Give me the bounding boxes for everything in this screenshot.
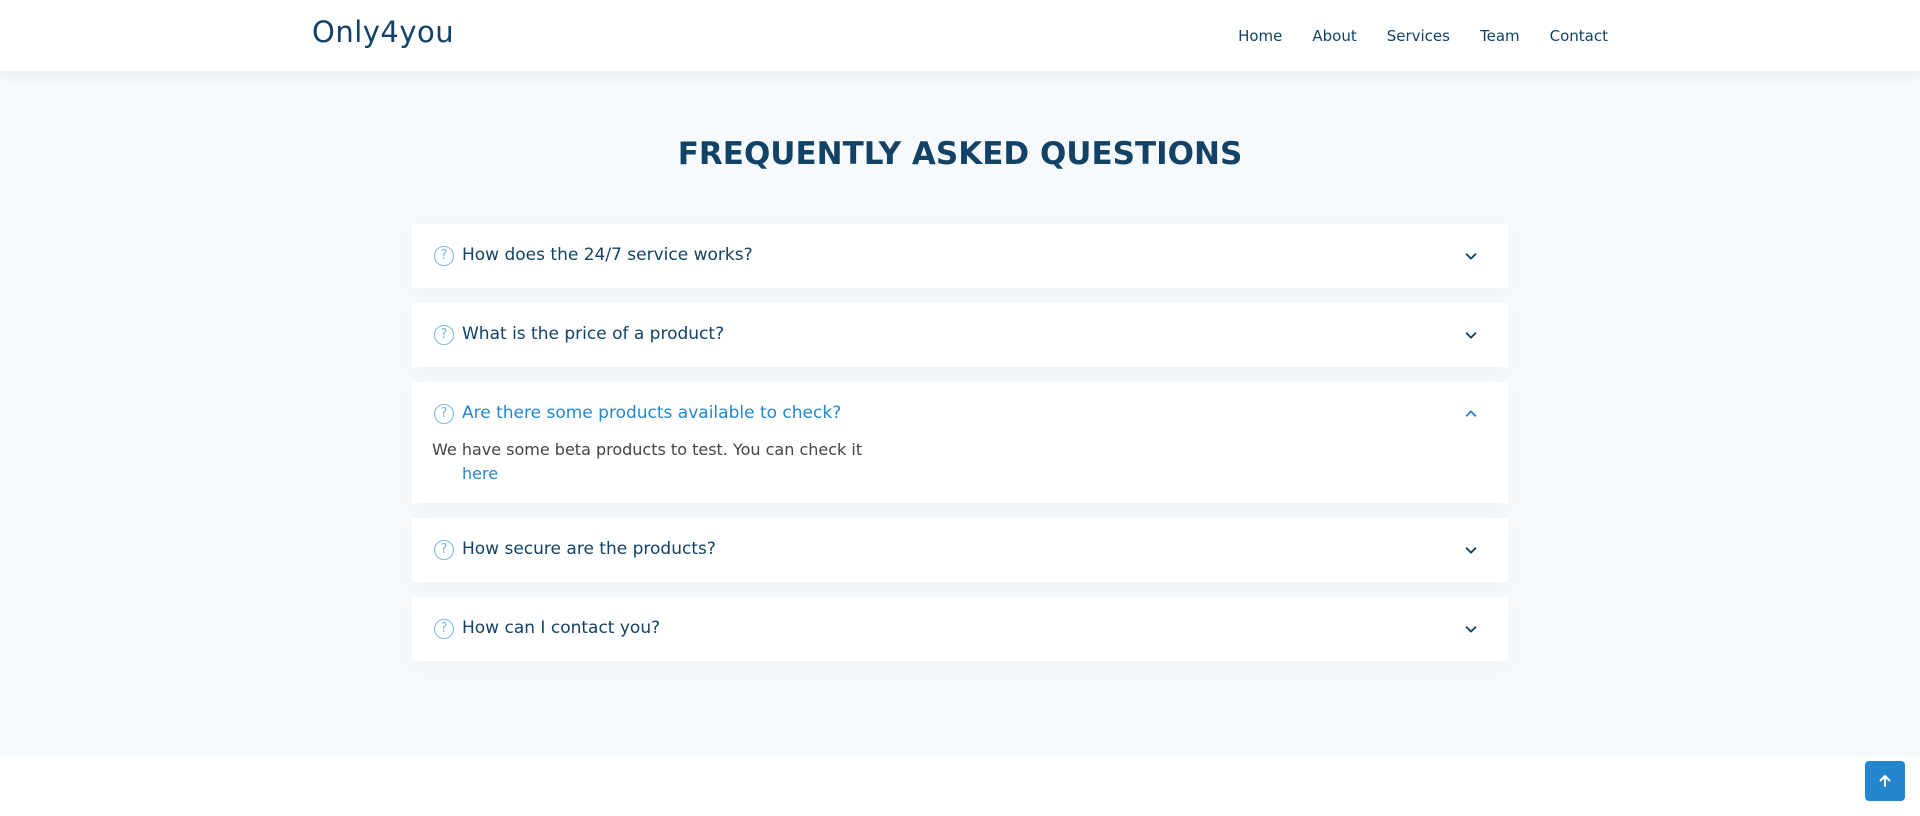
nav-contact[interactable]: Contact [1550,27,1608,45]
faq-title: FREQUENTLY ASKED QUESTIONS [677,136,1243,172]
nav-team[interactable]: Team [1480,27,1520,45]
faq-list: ? How does the 24/7 service works? ? Wha… [412,224,1508,676]
nav-services[interactable]: Services [1387,27,1450,45]
chevron-up-icon[interactable] [1464,407,1478,421]
site-header: Only4you Home About Services Team Contac… [0,0,1920,71]
chevron-down-icon[interactable] [1464,249,1478,263]
faq-item-expanded[interactable]: ? Are there some products available to c… [412,382,1508,503]
question-circle-icon: ? [434,619,454,639]
question-circle-icon: ? [434,325,454,345]
arrow-up-icon [1879,775,1891,787]
main-nav: Home About Services Team Contact [1238,0,1608,71]
back-to-top-button[interactable] [1865,761,1905,801]
faq-question[interactable]: How does the 24/7 service works? [462,245,753,265]
chevron-down-icon[interactable] [1464,328,1478,342]
faq-item[interactable]: ? How secure are the products? [412,518,1508,582]
faq-section: FREQUENTLY ASKED QUESTIONS ? How does th… [0,71,1920,757]
faq-question[interactable]: How secure are the products? [462,539,716,559]
question-circle-icon: ? [434,540,454,560]
faq-item[interactable]: ? How does the 24/7 service works? [412,224,1508,288]
faq-answer-text: We have some beta products to test. You … [432,440,863,459]
nav-home[interactable]: Home [1238,27,1282,45]
chevron-down-icon[interactable] [1464,543,1478,557]
faq-question[interactable]: How can I contact you? [462,618,660,638]
question-circle-icon: ? [434,404,454,424]
faq-question[interactable]: Are there some products available to che… [462,403,841,423]
chevron-down-icon[interactable] [1464,622,1478,636]
question-circle-icon: ? [434,246,454,266]
faq-question[interactable]: What is the price of a product? [462,324,724,344]
nav-about[interactable]: About [1312,27,1356,45]
faq-item[interactable]: ? What is the price of a product? [412,303,1508,367]
faq-answer: We have some beta products to test. You … [432,438,872,486]
faq-item[interactable]: ? How can I contact you? [412,597,1508,661]
faq-answer-link[interactable]: here [432,464,498,483]
logo[interactable]: Only4you [312,15,454,49]
